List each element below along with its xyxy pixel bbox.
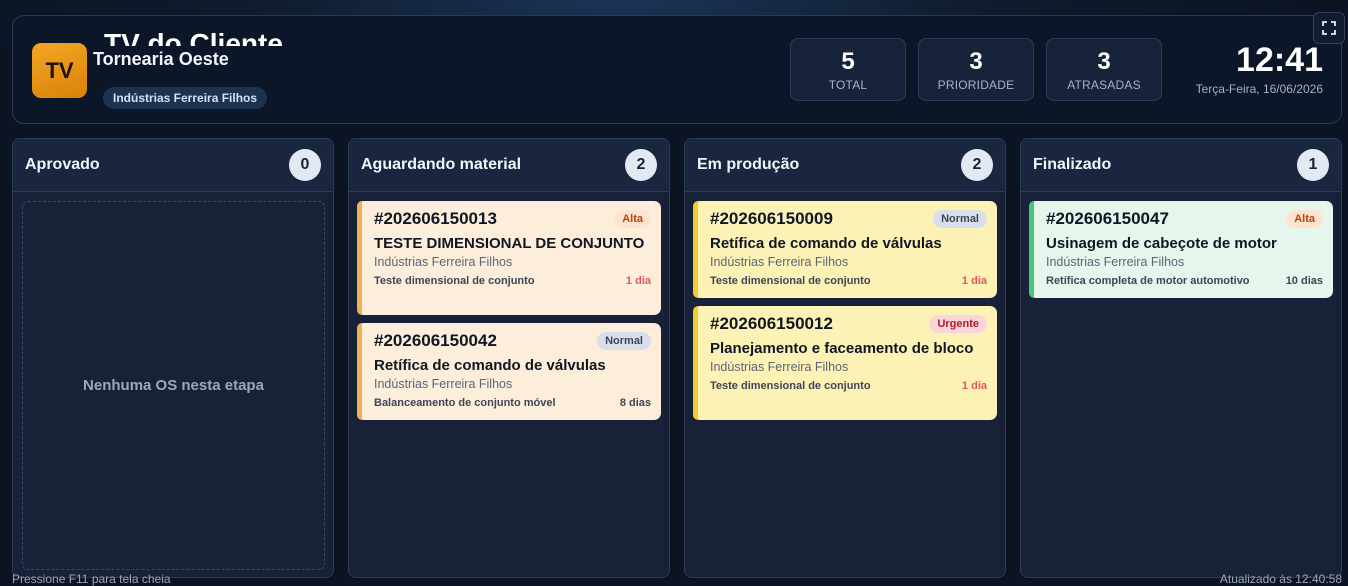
stat-total-value: 5 xyxy=(841,48,855,75)
os-number: #202606150042 xyxy=(374,331,497,350)
os-title: Retífica de comando de válvulas xyxy=(710,235,942,252)
priority-badge: Normal xyxy=(597,332,651,350)
os-client: Indústrias Ferreira Filhos xyxy=(710,360,849,374)
os-service: Teste dimensional de conjunto xyxy=(710,380,871,392)
column-header: Em produção 2 xyxy=(685,139,1005,192)
os-number: #202606150047 xyxy=(1046,209,1169,228)
os-title: Retífica de comando de válvulas xyxy=(374,357,606,374)
os-days: 10 dias xyxy=(1285,275,1323,287)
stat-total-label: TOTAL xyxy=(828,78,868,92)
stat-priority: 3 PRIORIDADE xyxy=(918,38,1034,101)
stat-late-value: 3 xyxy=(1097,48,1111,75)
os-service: Retífica completa de motor automotivo xyxy=(1046,275,1250,287)
clock-time: 12:41 xyxy=(1236,41,1323,79)
priority-badge: Alta xyxy=(614,210,651,228)
os-service: Teste dimensional de conjunto xyxy=(374,275,535,287)
os-title: Usinagem de cabeçote de motor xyxy=(1046,235,1277,252)
company-name: Tornearia Oeste xyxy=(93,49,229,69)
os-client: Indústrias Ferreira Filhos xyxy=(1046,255,1185,269)
os-number: #202606150009 xyxy=(710,209,833,228)
os-card[interactable]: #202606150042 Normal Retífica de comando… xyxy=(357,323,661,420)
last-updated: Atualizado às 12:40:58 xyxy=(1219,572,1342,586)
column-header: Aguardando material 2 xyxy=(349,139,669,192)
os-client: Indústrias Ferreira Filhos xyxy=(374,255,513,269)
stat-late: 3 ATRASADAS xyxy=(1046,38,1162,101)
column-count: 0 xyxy=(289,149,321,181)
os-service: Teste dimensional de conjunto xyxy=(710,275,871,287)
column-aguardando-material: Aguardando material 2 #202606150013 Alta… xyxy=(348,138,670,578)
column-title: Aguardando material xyxy=(361,156,522,173)
os-client: Indústrias Ferreira Filhos xyxy=(374,377,513,391)
column-title: Em produção xyxy=(697,156,800,173)
priority-badge: Alta xyxy=(1286,210,1323,228)
fullscreen-button[interactable] xyxy=(1313,12,1345,44)
tv-logo: TV xyxy=(32,43,87,98)
stat-priority-label: PRIORIDADE xyxy=(937,78,1015,92)
priority-badge: Urgente xyxy=(929,315,987,333)
client-badge: Indústrias Ferreira Filhos xyxy=(103,87,268,109)
header-panel: TV TV do Cliente Tornearia Oeste Indústr… xyxy=(12,15,1342,124)
column-count: 2 xyxy=(961,149,993,181)
stat-late-label: ATRASADAS xyxy=(1067,78,1141,92)
column-count: 2 xyxy=(625,149,657,181)
os-days: 1 dia xyxy=(625,275,651,287)
column-title: Aprovado xyxy=(25,156,100,173)
clock-date: Terça-Feira, 16/06/2026 xyxy=(1195,82,1323,96)
os-card[interactable]: #202606150013 Alta TESTE DIMENSIONAL DE … xyxy=(357,201,661,315)
stat-priority-value: 3 xyxy=(969,48,983,75)
column-aprovado: Aprovado 0 Nenhuma OS nesta etapa xyxy=(12,138,334,578)
column-count: 1 xyxy=(1297,149,1329,181)
os-card[interactable]: #202606150009 Normal Retífica de comando… xyxy=(693,201,997,298)
empty-state: Nenhuma OS nesta etapa xyxy=(22,201,325,570)
app-title: TV do Cliente xyxy=(104,28,283,46)
priority-badge: Normal xyxy=(933,210,987,228)
os-card[interactable]: #202606150047 Alta Usinagem de cabeçote … xyxy=(1029,201,1333,298)
column-finalizado: Finalizado 1 #202606150047 Alta Usinagem… xyxy=(1020,138,1342,578)
column-title: Finalizado xyxy=(1033,156,1112,173)
os-days: 1 dia xyxy=(961,275,987,287)
fullscreen-hint: Pressione F11 para tela cheia xyxy=(12,572,171,586)
column-header: Aprovado 0 xyxy=(13,139,333,192)
os-number: #202606150012 xyxy=(710,314,833,333)
clock: 12:41 Terça-Feira, 16/06/2026 xyxy=(1196,42,1323,96)
os-title: TESTE DIMENSIONAL DE CONJUNTO xyxy=(374,235,645,252)
os-client: Indústrias Ferreira Filhos xyxy=(710,255,849,269)
os-service: Balanceamento de conjunto móvel xyxy=(374,397,556,409)
fullscreen-icon xyxy=(1322,21,1336,35)
os-number: #202606150013 xyxy=(374,209,497,228)
column-em-producao: Em produção 2 #202606150009 Normal Retíf… xyxy=(684,138,1006,578)
stat-total: 5 TOTAL xyxy=(790,38,906,101)
column-header: Finalizado 1 xyxy=(1021,139,1341,192)
os-title: Planejamento e faceamento de bloco xyxy=(710,340,974,357)
os-card[interactable]: #202606150012 Urgente Planejamento e fac… xyxy=(693,306,997,420)
os-days: 8 dias xyxy=(619,397,651,409)
os-days: 1 dia xyxy=(961,380,987,392)
